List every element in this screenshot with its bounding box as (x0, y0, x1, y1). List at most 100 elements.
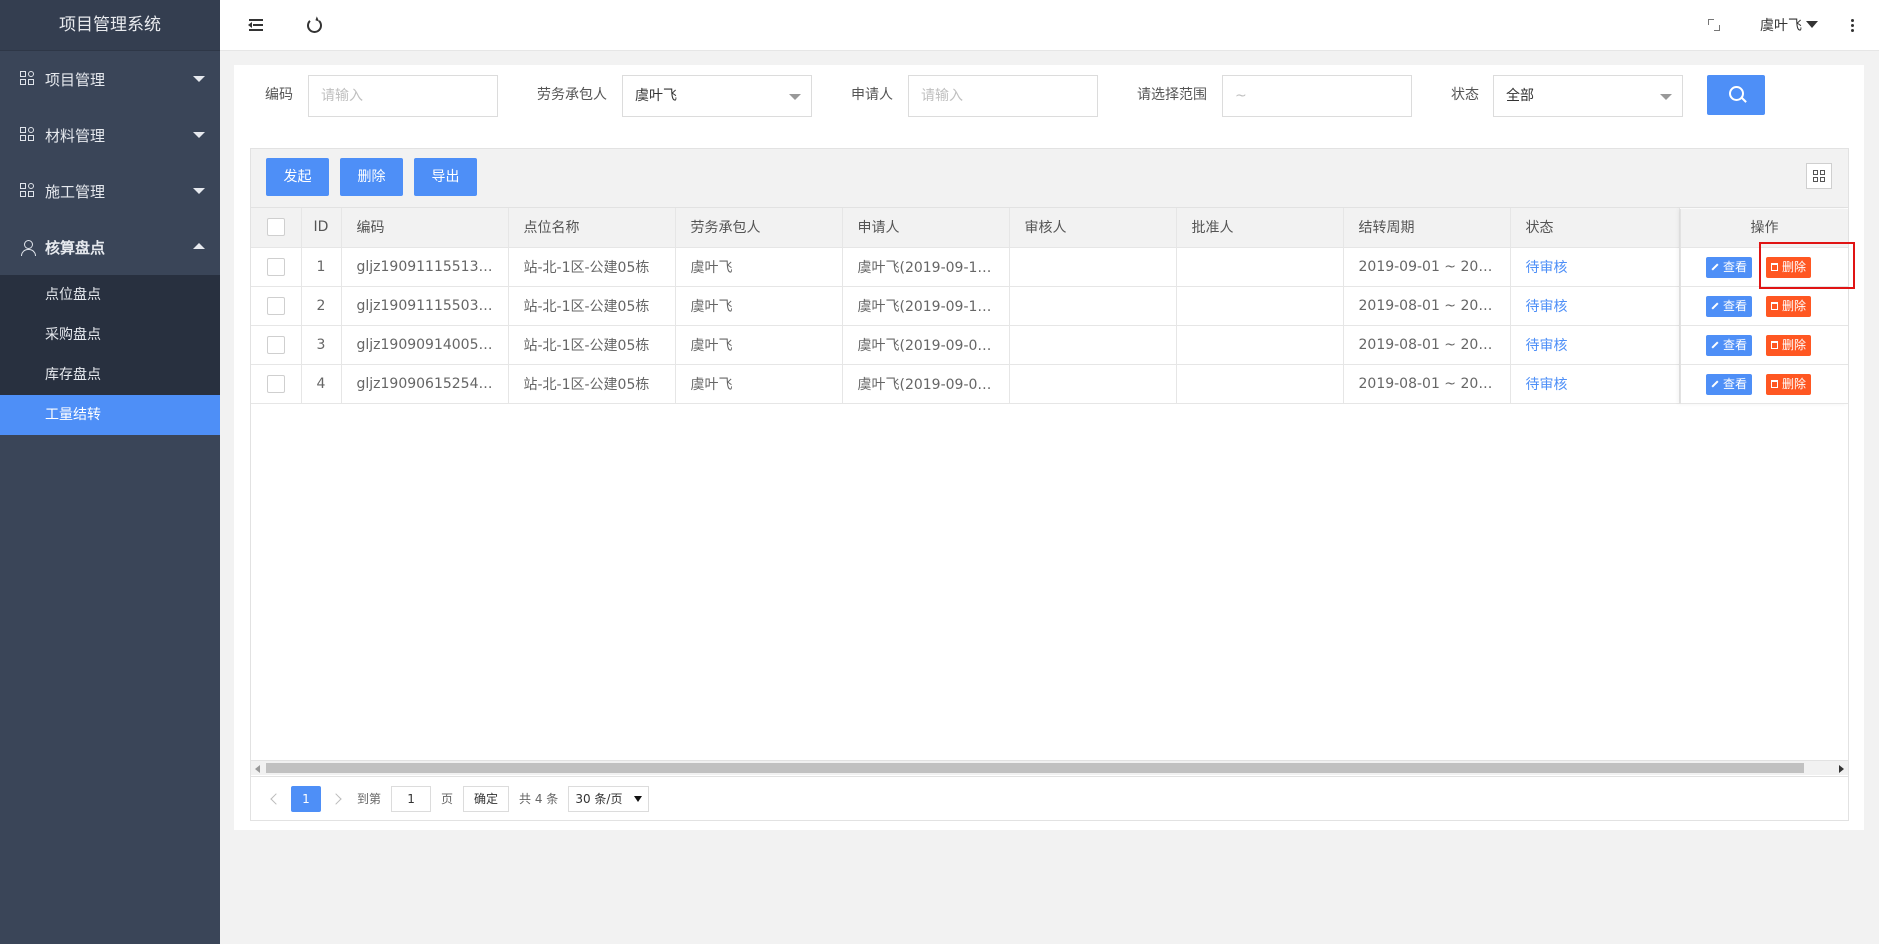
cell-status: 待审核 (1510, 364, 1680, 404)
sidebar-item-material[interactable]: 材料管理 (0, 107, 220, 163)
cell-applicant: 虞叶飞(2019-09-06... (842, 364, 1010, 404)
delete-button[interactable]: 删除 (340, 158, 403, 196)
col-header-contractor[interactable]: 劳务承包人 (675, 208, 843, 248)
more-vertical-icon[interactable] (1841, 14, 1863, 36)
cell-code: gljz190906152547... (341, 364, 509, 404)
status-link[interactable]: 待审核 (1526, 338, 1568, 354)
sidebar-item-project[interactable]: 项目管理 (0, 51, 220, 107)
chevron-down-icon (789, 94, 801, 100)
goto-page-input[interactable]: 1 (391, 785, 432, 812)
status-link[interactable]: 待审核 (1526, 299, 1568, 315)
table-row[interactable]: 4 gljz190906152547... 站-北-1区-公建05栋 虞叶飞 虞… (251, 364, 1680, 404)
cell-code: gljz190911155032630 (341, 286, 509, 326)
sidebar-item-construction[interactable]: 施工管理 (0, 163, 220, 219)
cell-period: 2019-08-01 ~ 2019... (1343, 364, 1511, 404)
view-button[interactable]: 查看 (1706, 256, 1753, 278)
page-size-value: 30 条/页 (575, 791, 623, 806)
columns-icon[interactable] (1806, 163, 1832, 189)
table-header-row: ID 编码 点位名称 劳务承包人 申请人 审核人 批准人 结转周期 状态 (251, 208, 1680, 248)
export-button[interactable]: 导出 (414, 158, 477, 196)
scroll-right-icon[interactable] (1839, 765, 1844, 773)
cell-id: 1 (301, 247, 342, 287)
status-select[interactable]: 全部 (1493, 75, 1683, 117)
status-link[interactable]: 待审核 (1526, 377, 1568, 393)
contractor-select[interactable]: 虞叶飞 (622, 75, 812, 117)
goto-confirm-button[interactable]: 确定 (463, 785, 510, 812)
sidebar-item-accounting[interactable]: 核算盘点 (0, 219, 220, 275)
prev-page-icon[interactable] (263, 788, 285, 810)
refresh-icon[interactable] (303, 14, 325, 36)
status-filter-label: 状态 (1451, 87, 1479, 103)
fullscreen-icon[interactable] (1703, 14, 1725, 36)
col-header-period[interactable]: 结转周期 (1343, 208, 1511, 248)
sidebar-subitem-purchase-inventory[interactable]: 采购盘点 (0, 315, 220, 355)
scroll-left-icon[interactable] (255, 765, 260, 773)
view-button-label: 查看 (1723, 376, 1748, 391)
row-select-cell (251, 325, 302, 365)
app-title: 项目管理系统 (0, 0, 220, 51)
table-row[interactable]: 2 gljz190911155032630 站-北-1区-公建05栋 虞叶飞 虞… (251, 286, 1680, 326)
cell-reviewer (1009, 247, 1177, 287)
start-button[interactable]: 发起 (266, 158, 329, 196)
chevron-down-icon (1806, 21, 1818, 28)
col-header-id[interactable]: ID (301, 208, 342, 248)
cell-approver (1176, 247, 1344, 287)
table-row[interactable]: 1 gljz190911155132185 站-北-1区-公建05栋 虞叶飞 虞… (251, 247, 1680, 287)
cell-status: 待审核 (1510, 325, 1680, 365)
row-checkbox[interactable] (266, 335, 285, 354)
select-all-checkbox[interactable] (266, 218, 285, 237)
search-button[interactable] (1707, 75, 1765, 115)
col-header-ops: 操作 (1681, 209, 1848, 248)
row-checkbox[interactable] (266, 257, 285, 276)
sidebar-subitem-work-transfer[interactable]: 工量结转 (0, 395, 220, 435)
col-header-approver[interactable]: 批准人 (1176, 208, 1344, 248)
select-all-cell (251, 208, 302, 248)
page-size-select[interactable]: 30 条/页 (568, 785, 650, 812)
sidebar-item-label: 项目管理 (45, 70, 106, 89)
row-select-cell (251, 247, 302, 287)
col-header-reviewer[interactable]: 审核人 (1009, 208, 1177, 248)
table-toolbar: 发起 删除 导出 (251, 149, 1848, 208)
main-content: 编码 请输入 劳务承包人 虞叶飞 申请人 请输入 请选择范围 ~ 状态 全部 发… (234, 65, 1864, 830)
cell-code: gljz190909140053... (341, 325, 509, 365)
user-menu[interactable]: 虞叶飞 (1760, 15, 1818, 35)
sidebar-subitem-location-inventory[interactable]: 点位盘点 (0, 275, 220, 315)
row-delete-button[interactable]: 删除 (1766, 295, 1812, 317)
scrollbar-thumb[interactable] (266, 763, 1804, 773)
col-header-location[interactable]: 点位名称 (508, 208, 676, 248)
chevron-up-icon (193, 243, 205, 249)
code-input[interactable]: 请输入 (308, 75, 498, 117)
col-header-code[interactable]: 编码 (341, 208, 509, 248)
page-number-current[interactable]: 1 (291, 785, 321, 812)
row-checkbox[interactable] (266, 374, 285, 393)
sidebar: 项目管理系统 项目管理 材料管理 施工管理 核算盘点 点位盘点 采购盘点 库存盘… (0, 0, 220, 944)
sidebar-subitem-stock-inventory[interactable]: 库存盘点 (0, 355, 220, 395)
row-delete-button[interactable]: 删除 (1766, 373, 1812, 395)
row-checkbox[interactable] (266, 296, 285, 315)
view-button[interactable]: 查看 (1706, 373, 1753, 395)
row-delete-button-label: 删除 (1782, 376, 1807, 391)
table-row[interactable]: 3 gljz190909140053... 站-北-1区-公建05栋 虞叶飞 虞… (251, 325, 1680, 365)
view-button-label: 查看 (1723, 337, 1748, 352)
view-button[interactable]: 查看 (1706, 334, 1753, 356)
range-input[interactable]: ~ (1222, 75, 1412, 117)
horizontal-scrollbar[interactable] (251, 760, 1848, 775)
trash-icon (1771, 302, 1779, 310)
row-delete-button[interactable]: 删除 (1766, 334, 1812, 356)
view-button[interactable]: 查看 (1706, 295, 1753, 317)
row-delete-button-label: 删除 (1782, 298, 1807, 313)
status-link[interactable]: 待审核 (1526, 260, 1568, 276)
contractor-filter-label: 劳务承包人 (537, 87, 607, 103)
col-header-applicant[interactable]: 申请人 (842, 208, 1010, 248)
next-page-icon[interactable] (327, 788, 349, 810)
cell-location: 站-北-1区-公建05栋 (508, 286, 676, 326)
chevron-down-icon (1660, 94, 1672, 100)
applicant-input[interactable]: 请输入 (908, 75, 1098, 117)
row-delete-button[interactable]: 删除 (1766, 256, 1812, 278)
menu-toggle-icon[interactable] (246, 14, 268, 36)
col-header-status[interactable]: 状态 (1510, 208, 1680, 248)
edit-icon (1711, 302, 1719, 310)
trash-icon (1771, 263, 1779, 271)
cell-location: 站-北-1区-公建05栋 (508, 247, 676, 287)
cell-id: 3 (301, 325, 342, 365)
